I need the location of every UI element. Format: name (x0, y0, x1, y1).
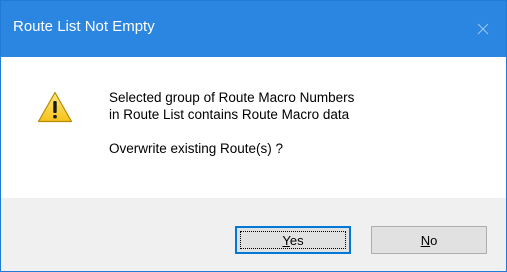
yes-button[interactable]: Yes (235, 226, 351, 254)
no-mnemonic: N (420, 232, 431, 248)
no-label-rest: o (430, 232, 438, 248)
message-line-2: in Route List contains Route Macro data (109, 107, 350, 122)
message-question: Overwrite existing Route(s) ? (109, 141, 284, 156)
warning-icon (37, 91, 73, 123)
dialog-content: Selected group of Route Macro Numbers in… (1, 57, 506, 198)
title-bar[interactable]: Route List Not Empty (1, 1, 506, 57)
message-line-1: Selected group of Route Macro Numbers (109, 90, 355, 105)
close-icon[interactable] (460, 1, 506, 57)
focus-rectangle (240, 231, 346, 249)
no-button[interactable]: No (371, 226, 487, 254)
window-title: Route List Not Empty (13, 18, 155, 35)
message-text: Selected group of Route Macro Numbers in… (109, 89, 354, 157)
dialog-window: Route List Not Empty Selected group of R… (0, 0, 507, 272)
no-button-label: No (421, 233, 438, 248)
button-bar: Yes No (1, 198, 506, 271)
